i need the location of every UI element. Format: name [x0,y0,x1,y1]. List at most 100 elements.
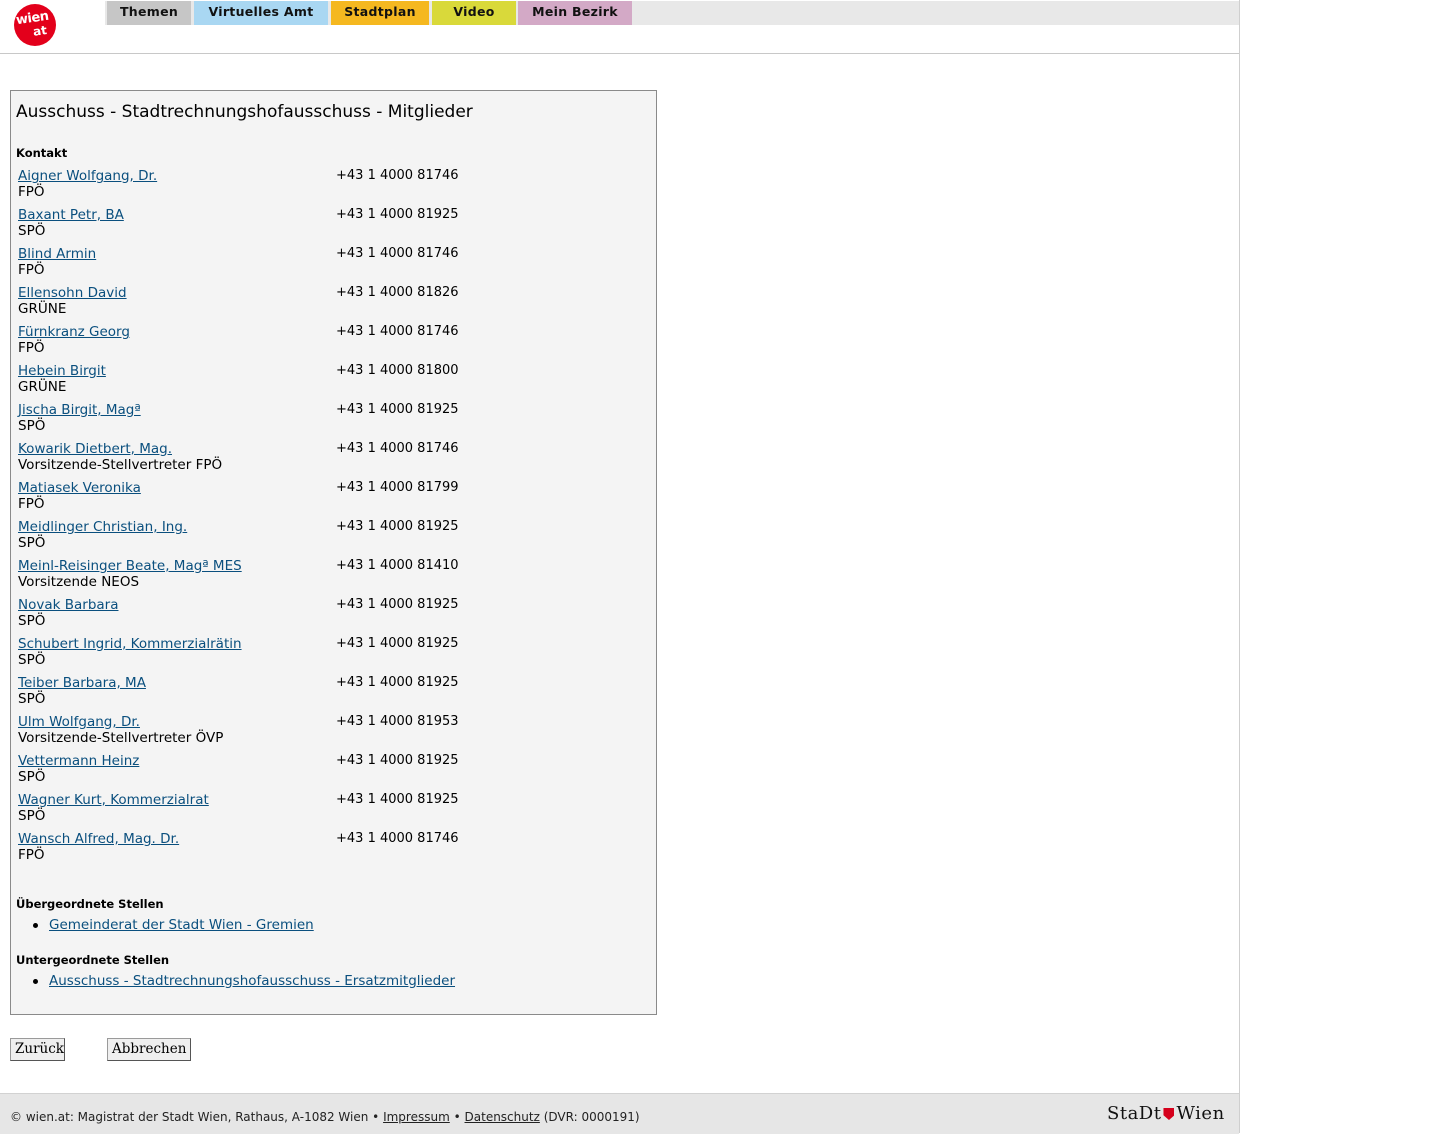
impressum-link[interactable]: Impressum [383,1110,450,1124]
member-row: Wagner Kurt, Kommerzialrat SPÖ +43 1 4000 … [18,792,638,828]
member-phone: +43 1 4000 81800 [336,363,459,378]
member-role: SPÖ [18,691,46,707]
member-phone: +43 1 4000 81925 [336,519,459,534]
member-role: SPÖ [18,808,46,824]
member-row: Wansch Alfred, Mag. Dr. FPÖ +43 1 4000 817… [18,831,638,867]
child-unit-link[interactable]: Ausschuss - Stadtrechnungshofausschuss -… [49,973,455,989]
parent-units-label: Übergeordnete Stellen [16,897,164,911]
tab-stadtplan[interactable]: Stadtplan [331,1,429,25]
member-name-link[interactable]: Fürnkranz Georg [18,324,130,340]
member-phone: +43 1 4000 81746 [336,246,459,261]
member-phone: +43 1 4000 81826 [336,285,459,300]
contact-label: Kontakt [16,146,68,160]
back-button[interactable]: Zurück [10,1038,65,1061]
member-name-link[interactable]: Jischa Birgit, Magª [18,402,141,418]
member-phone: +43 1 4000 81925 [336,675,459,690]
member-phone: +43 1 4000 81746 [336,831,459,846]
footer-separator: • [453,1110,461,1124]
member-name-link[interactable]: Blind Armin [18,246,96,262]
stadt-logo-left: StaDt [1107,1103,1162,1124]
member-role: GRÜNE [18,379,67,395]
tab-video[interactable]: Video [432,1,516,25]
bullet-icon [33,923,38,928]
member-role: SPÖ [18,613,46,629]
member-row: Ellensohn David GRÜNE +43 1 4000 81826 [18,285,638,321]
tab-mein-bezirk[interactable]: Mein Bezirk [518,1,632,25]
member-row: Baxant Petr, BA SPÖ +43 1 4000 81925 [18,207,638,243]
member-phone: +43 1 4000 81410 [336,558,459,573]
member-name-link[interactable]: Novak Barbara [18,597,118,613]
tab-virtuelles-amt[interactable]: Virtuelles Amt [194,1,328,25]
footer-dvr: (DVR: 0000191) [543,1110,640,1124]
member-phone: +43 1 4000 81925 [336,402,459,417]
member-name-link[interactable]: Ulm Wolfgang, Dr. [18,714,140,730]
footer-copyright: © wien.at: Magistrat der Stadt Wien, Rat… [10,1110,380,1124]
member-role: SPÖ [18,535,46,551]
member-name-link[interactable]: Baxant Petr, BA [18,207,124,223]
member-role: FPÖ [18,262,45,278]
member-role: SPÖ [18,652,46,668]
stadt-wien-logo: StaDt Wien [1107,1103,1225,1124]
member-name-link[interactable]: Wagner Kurt, Kommerzialrat [18,792,209,808]
member-phone: +43 1 4000 81925 [336,207,459,222]
member-name-link[interactable]: Teiber Barbara, MA [18,675,146,691]
cancel-button[interactable]: Abbrechen [107,1038,191,1061]
member-row: Teiber Barbara, MA SPÖ +43 1 4000 81925 [18,675,638,711]
member-phone: +43 1 4000 81925 [336,792,459,807]
member-phone: +43 1 4000 81925 [336,753,459,768]
member-row: Blind Armin FPÖ +43 1 4000 81746 [18,246,638,282]
bullet-icon [33,979,38,984]
datenschutz-link[interactable]: Datenschutz [465,1110,540,1124]
footer-text: © wien.at: Magistrat der Stadt Wien, Rat… [10,1110,640,1124]
member-name-link[interactable]: Meidlinger Christian, Ing. [18,519,187,535]
member-name-link[interactable]: Matiasek Veronika [18,480,141,496]
member-phone: +43 1 4000 81746 [336,168,459,183]
member-name-link[interactable]: Kowarik Dietbert, Mag. [18,441,172,457]
member-role: SPÖ [18,223,46,239]
member-role: SPÖ [18,769,46,785]
member-row: Ulm Wolfgang, Dr. Vorsitzende-Stellvertre… [18,714,638,750]
member-row: Jischa Birgit, Magª SPÖ +43 1 4000 81925 [18,402,638,438]
member-phone: +43 1 4000 81746 [336,324,459,339]
member-name-link[interactable]: Schubert Ingrid, Kommerzialrätin [18,636,242,652]
member-role: FPÖ [18,496,45,512]
member-name-link[interactable]: Ellensohn David [18,285,127,301]
stadt-logo-right: Wien [1176,1103,1225,1124]
member-name-link[interactable]: Wansch Alfred, Mag. Dr. [18,831,179,847]
member-row: Schubert Ingrid, Kommerzialrätin SPÖ +43 1… [18,636,638,672]
member-row: Meidlinger Christian, Ing. SPÖ +43 1 4000 … [18,519,638,555]
member-name-link[interactable]: Aigner Wolfgang, Dr. [18,168,157,184]
member-role: SPÖ [18,418,46,434]
member-row: Novak Barbara SPÖ +43 1 4000 81925 [18,597,638,633]
member-row: Kowarik Dietbert, Mag. Vorsitzende-Stellv… [18,441,638,477]
member-role: Vorsitzende NEOS [18,574,140,590]
logo-suffix: at [32,23,48,39]
wien-at-logo[interactable]: wien at [14,4,56,46]
member-phone: +43 1 4000 81925 [336,597,459,612]
member-row: Fürnkranz Georg FPÖ +43 1 4000 81746 [18,324,638,360]
member-role: FPÖ [18,184,45,200]
member-name-link[interactable]: Hebein Birgit [18,363,106,379]
tab-themen[interactable]: Themen [107,1,191,25]
member-name-link[interactable]: Meinl-Reisinger Beate, Magª MES [18,558,242,574]
page-gutter [1240,0,1440,1133]
member-phone: +43 1 4000 81925 [336,636,459,651]
member-role: Vorsitzende-Stellvertreter ÖVP [18,730,224,746]
member-phone: +43 1 4000 81799 [336,480,459,495]
site-footer: © wien.at: Magistrat der Stadt Wien, Rat… [0,1093,1239,1134]
member-role: FPÖ [18,340,45,356]
member-row: Matiasek Veronika FPÖ +43 1 4000 81799 [18,480,638,516]
vienna-shield-icon [1163,1108,1175,1120]
member-name-link[interactable]: Vettermann Heinz [18,753,139,769]
member-role: Vorsitzende-Stellvertreter FPÖ [18,457,223,473]
member-row: Hebein Birgit GRÜNE +43 1 4000 81800 [18,363,638,399]
child-units-label: Untergeordnete Stellen [16,953,170,967]
member-row: Vettermann Heinz SPÖ +43 1 4000 81925 [18,753,638,789]
member-phone: +43 1 4000 81953 [336,714,459,729]
member-row: Meinl-Reisinger Beate, Magª MES Vorsitzen… [18,558,638,594]
parent-unit-link[interactable]: Gemeinderat der Stadt Wien - Gremien [49,917,314,933]
member-role: GRÜNE [18,301,67,317]
member-phone: +43 1 4000 81746 [336,441,459,456]
member-role: FPÖ [18,847,45,863]
page-title: Ausschuss - Stadtrechnungshofausschuss -… [16,102,473,122]
